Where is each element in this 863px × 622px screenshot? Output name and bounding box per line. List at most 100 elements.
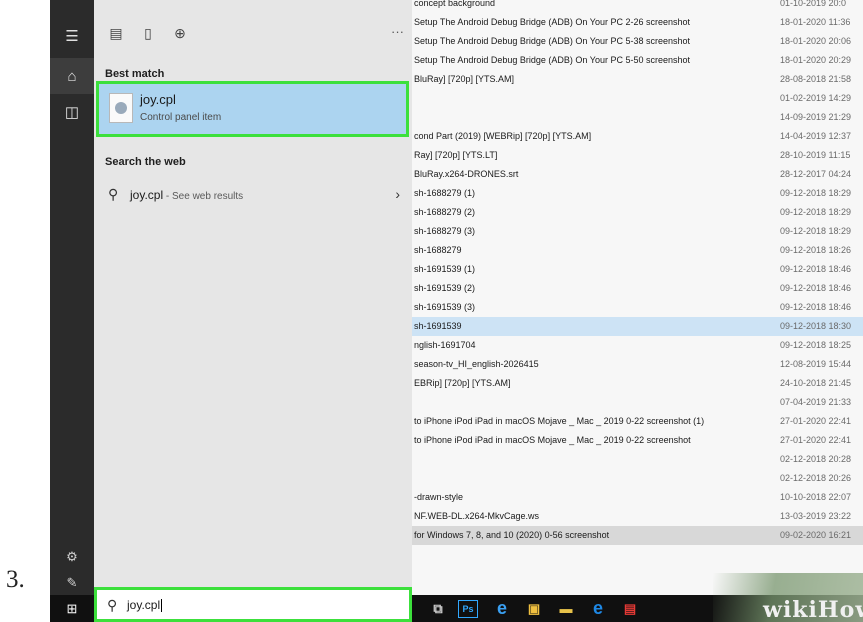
file-date: 18-01-2020 20:06	[780, 36, 852, 46]
file-row[interactable]: nglish-1691704 09-12-2018 18:25	[410, 336, 863, 355]
document-icon[interactable]: ▯	[134, 18, 162, 48]
edge-icon[interactable]: e	[490, 598, 514, 619]
file-name: BluRay] [720p] [YTS.AM]	[414, 74, 515, 84]
file-row[interactable]: sh-1688279 (3) 09-12-2018 18:29	[410, 222, 863, 241]
task-view-icon[interactable]: ⧉	[426, 598, 450, 619]
best-match-title: joy.cpl	[140, 92, 176, 107]
file-row[interactable]: 02-12-2018 20:28	[410, 450, 863, 469]
file-row[interactable]: to iPhone iPod iPad in macOS Mojave _ Ma…	[410, 431, 863, 450]
file-name: sh-1688279 (3)	[414, 226, 476, 236]
file-row[interactable]: EBRip] [720p] [YTS.AM] 24-10-2018 21:45	[410, 374, 863, 393]
file-name: sh-1688279	[414, 245, 462, 255]
search-results-panel: ▤ ▯ ⊕ ··· Best match joy.cpl Control pan…	[94, 0, 412, 595]
file-date: 18-01-2020 20:29	[780, 55, 852, 65]
file-name: sh-1691539 (3)	[414, 302, 476, 312]
file-date: 02-12-2018 20:28	[780, 454, 852, 464]
search-input[interactable]: joy.cpl	[127, 598, 160, 612]
file-row[interactable]: Setup The Android Debug Bridge (ADB) On …	[410, 51, 863, 70]
file-name: Setup The Android Debug Bridge (ADB) On …	[414, 55, 690, 65]
web-result-text: joy.cpl - See web results	[130, 188, 243, 202]
file-row[interactable]: BluRay.x264-DRONES.srt 28-12-2017 04:24	[410, 165, 863, 184]
file-row[interactable]: season-tv_HI_english-2026415 12-08-2019 1…	[410, 355, 863, 374]
step-number: 3.	[6, 566, 25, 593]
acrobat-icon[interactable]: ▤	[618, 598, 642, 619]
file-date: 27-01-2020 22:41	[780, 435, 852, 445]
file-row[interactable]: for Windows 7, 8, and 10 (2020) 0-56 scr…	[410, 526, 863, 545]
file-date: 09-12-2018 18:29	[780, 207, 852, 217]
file-date: 09-12-2018 18:46	[780, 264, 852, 274]
file-date: 09-12-2018 18:29	[780, 226, 852, 236]
file-row[interactable]: concept background 01-10-2019 20:0	[410, 0, 863, 13]
file-name: Setup The Android Debug Bridge (ADB) On …	[414, 36, 690, 46]
file-date: 09-12-2018 18:30	[780, 321, 852, 331]
file-date: 18-01-2020 11:36	[780, 17, 851, 27]
feedback-icon[interactable]: ✎	[50, 568, 94, 598]
file-name: sh-1691539 (2)	[414, 283, 476, 293]
hamburger-menu-icon[interactable]: ☰	[50, 18, 94, 54]
file-name: EBRip] [720p] [YTS.AM]	[414, 378, 511, 388]
file-date: 12-08-2019 15:44	[780, 359, 852, 369]
file-name: cond Part (2019) [WEBRip] [720p] [YTS.AM…	[414, 131, 592, 141]
file-date: 28-08-2018 21:58	[780, 74, 852, 84]
file-row[interactable]: to iPhone iPod iPad in macOS Mojave _ Ma…	[410, 412, 863, 431]
file-date: 09-12-2018 18:25	[780, 340, 852, 350]
file-row[interactable]: sh-1688279 (2) 09-12-2018 18:29	[410, 203, 863, 222]
file-date: 09-12-2018 18:26	[780, 245, 852, 255]
chevron-right-icon[interactable]: ›	[395, 186, 400, 202]
file-row[interactable]: sh-1691539 09-12-2018 18:30	[410, 317, 863, 336]
file-date: 14-09-2019 21:29	[780, 112, 852, 122]
file-name: sh-1688279 (1)	[414, 188, 476, 198]
file-name: to iPhone iPod iPad in macOS Mojave _ Ma…	[414, 435, 691, 445]
file-row[interactable]: -drawn-style 10-10-2018 22:07	[410, 488, 863, 507]
file-name: for Windows 7, 8, and 10 (2020) 0-56 scr…	[414, 530, 610, 540]
file-name: -drawn-style	[414, 492, 464, 502]
file-name: to iPhone iPod iPad in macOS Mojave _ Ma…	[414, 416, 705, 426]
file-row[interactable]: Ray] [720p] [YTS.LT] 28-10-2019 11:15	[410, 146, 863, 165]
wikihow-logo: wikiHow	[763, 597, 863, 622]
file-row[interactable]: Setup The Android Debug Bridge (ADB) On …	[410, 13, 863, 32]
file-row[interactable]: Setup The Android Debug Bridge (ADB) On …	[410, 32, 863, 51]
file-row[interactable]: 07-04-2019 21:33	[410, 393, 863, 412]
file-name: sh-1691539 (1)	[414, 264, 476, 274]
store-icon[interactable]: ▣	[522, 598, 546, 619]
best-match-heading: Best match	[105, 68, 165, 80]
file-row[interactable]: sh-1688279 (1) 09-12-2018 18:29	[410, 184, 863, 203]
internet-explorer-icon[interactable]: e	[586, 598, 610, 619]
file-explorer-icon[interactable]: ▬	[554, 598, 578, 619]
search-icon: ⚲	[107, 597, 118, 613]
more-options-button[interactable]: ···	[391, 24, 404, 39]
file-date: 01-10-2019 20:0	[780, 0, 847, 8]
file-row[interactable]: sh-1691539 (1) 09-12-2018 18:46	[410, 260, 863, 279]
photoshop-icon[interactable]: Ps	[458, 600, 478, 618]
document-list-icon[interactable]: ▤	[102, 18, 130, 48]
best-match-result[interactable]: joy.cpl Control panel item	[96, 81, 409, 137]
file-row[interactable]: 02-12-2018 20:26	[410, 469, 863, 488]
file-date: 09-12-2018 18:46	[780, 302, 852, 312]
file-row[interactable]: sh-1691539 (3) 09-12-2018 18:46	[410, 298, 863, 317]
file-date: 13-03-2019 23:22	[780, 511, 852, 521]
file-row[interactable]: sh-1688279 09-12-2018 18:26	[410, 241, 863, 260]
text-caret	[161, 599, 163, 613]
file-row[interactable]: 01-02-2019 14:29	[410, 89, 863, 108]
web-search-result[interactable]: ⚲ joy.cpl - See web results ›	[94, 182, 412, 208]
file-row[interactable]: 14-09-2019 21:29	[410, 108, 863, 127]
globe-icon[interactable]: ⊕	[166, 18, 194, 48]
home-icon[interactable]: ⌂	[50, 58, 94, 94]
search-web-heading: Search the web	[105, 156, 186, 168]
file-row[interactable]: cond Part (2019) [WEBRip] [720p] [YTS.AM…	[410, 127, 863, 146]
file-name: BluRay.x264-DRONES.srt	[414, 169, 519, 179]
file-name: sh-1688279 (2)	[414, 207, 476, 217]
file-row[interactable]: sh-1691539 (2) 09-12-2018 18:46	[410, 279, 863, 298]
file-date: 01-02-2019 14:29	[780, 93, 852, 103]
file-date: 10-10-2018 22:07	[780, 492, 852, 502]
file-name: season-tv_HI_english-2026415	[414, 359, 539, 369]
notebook-icon[interactable]: ◫	[50, 94, 94, 130]
file-explorer-list: concept background 01-10-2019 20:0 Setup T…	[410, 0, 863, 595]
file-date: 09-12-2018 18:29	[780, 188, 852, 198]
windows-start-icon[interactable]: ⊞	[50, 595, 94, 622]
wikihow-watermark: wikiHow	[713, 573, 863, 622]
file-row[interactable]: NF.WEB-DL.x264-MkvCage.ws 13-03-2019 23:2…	[410, 507, 863, 526]
file-date: 28-10-2019 11:15	[780, 150, 851, 160]
file-row[interactable]: BluRay] [720p] [YTS.AM] 28-08-2018 21:58	[410, 70, 863, 89]
search-box[interactable]: ⚲ joy.cpl	[94, 587, 412, 622]
